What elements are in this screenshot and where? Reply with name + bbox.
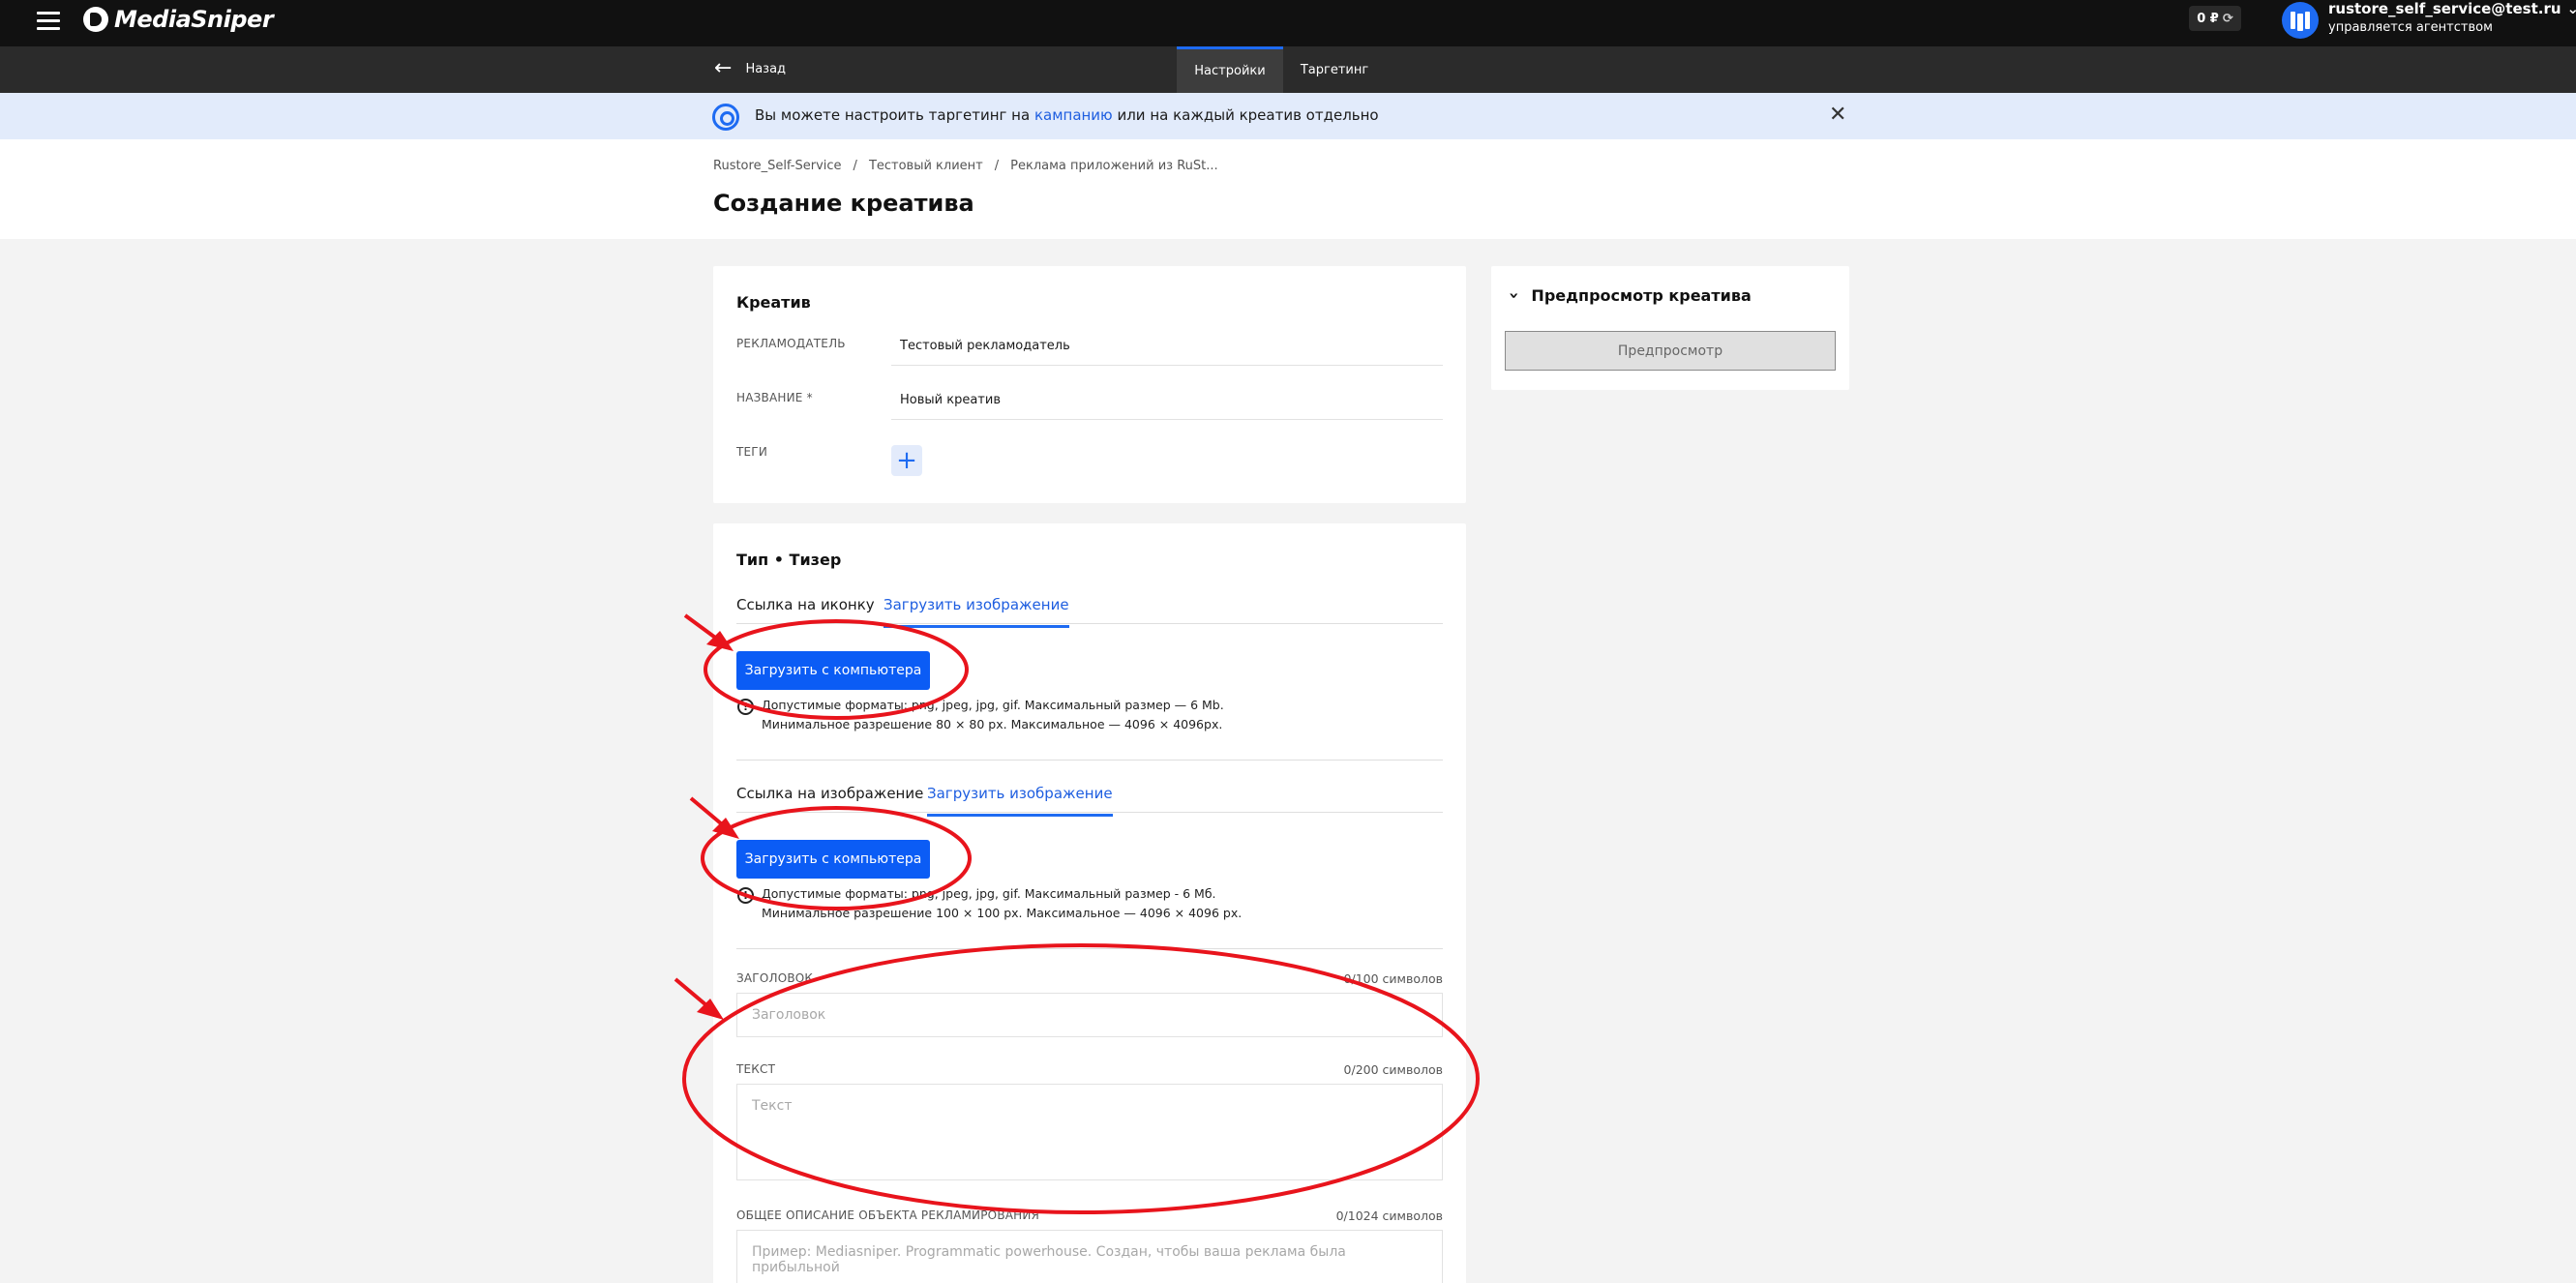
- user-menu[interactable]: rustore_self_service@test.ru ⌄ управляетс…: [2328, 0, 2576, 35]
- breadcrumb-separator: /: [994, 159, 1000, 173]
- icon-note-line: Допустимые форматы: png, jpeg, jpg, gif.…: [762, 698, 1224, 712]
- icon-format-note: Допустимые форматы: png, jpeg, jpg, gif.…: [762, 696, 1224, 734]
- tab-targeting[interactable]: Таргетинг: [1283, 46, 1386, 93]
- headline-input[interactable]: Заголовок: [736, 993, 1443, 1037]
- target-icon: [712, 104, 739, 131]
- chevron-down-icon: ›: [1504, 291, 1525, 300]
- description-label: ОБЩЕЕ ОПИСАНИЕ ОБЪЕКТА РЕКЛАМИРОВАНИЯ: [736, 1208, 1040, 1222]
- preview-title: Предпросмотр креатива: [1531, 286, 1752, 305]
- headline-counter: 0/100 символов: [1343, 971, 1443, 986]
- breadcrumb-item[interactable]: Rustore_Self-Service: [713, 159, 842, 173]
- chevron-down-icon: ⌄: [2566, 0, 2576, 17]
- user-subtitle: управляется агентством: [2328, 20, 2493, 35]
- add-tag-button[interactable]: +: [891, 445, 922, 476]
- back-label: Назад: [745, 61, 787, 76]
- page-header: Rustore_Self-Service / Тестовый клиент /…: [0, 139, 2576, 239]
- logo-text: MediaSniper: [114, 6, 274, 33]
- text-counter: 0/200 символов: [1343, 1062, 1443, 1077]
- avatar[interactable]: [2282, 2, 2319, 39]
- refresh-icon[interactable]: ⟳: [2223, 12, 2233, 26]
- name-field[interactable]: Новый креатив: [891, 381, 1443, 420]
- type-card-title: Тип • Тизер: [736, 551, 842, 569]
- breadcrumb-item[interactable]: Тестовый клиент: [869, 159, 983, 173]
- info-banner-text: Вы можете настроить таргетинг на кампани…: [755, 106, 1379, 124]
- menu-icon[interactable]: [37, 9, 60, 32]
- creative-card: Креатив РЕКЛАМОДАТЕЛЬ Тестовый рекламода…: [713, 266, 1466, 503]
- annotation-arrow: [674, 977, 714, 1012]
- description-counter: 0/1024 символов: [1335, 1208, 1443, 1223]
- upload-image-button[interactable]: Загрузить с компьютера: [736, 840, 930, 879]
- page-title: Создание креатива: [713, 190, 974, 217]
- divider: [736, 948, 1443, 949]
- tab-settings[interactable]: Настройки: [1177, 46, 1283, 93]
- name-label: НАЗВАНИЕ *: [736, 391, 813, 404]
- tab-image-link[interactable]: Ссылка на изображение: [736, 785, 923, 814]
- balance-value: 0 ₽: [2197, 11, 2219, 26]
- info-icon: !: [737, 887, 754, 904]
- type-card: Тип • Тизер Ссылка на иконку Загрузить и…: [713, 523, 1466, 1283]
- text-label: ТЕКСТ: [736, 1062, 776, 1076]
- back-button[interactable]: ← Назад: [714, 58, 786, 79]
- info-banner: Вы можете настроить таргетинг на кампани…: [0, 93, 2576, 139]
- divider: [736, 623, 1443, 624]
- info-text-after: или на каждый креатив отдельно: [1117, 106, 1379, 124]
- preview-card: › Предпросмотр креатива Предпросмотр: [1491, 266, 1849, 390]
- divider: [736, 812, 1443, 813]
- tab-icon-link[interactable]: Ссылка на иконку: [736, 596, 875, 625]
- creative-card-title: Креатив: [736, 293, 811, 312]
- plus-icon: +: [896, 446, 917, 475]
- close-icon[interactable]: ✕: [1829, 103, 1846, 127]
- arrow-left-icon: ←: [714, 56, 733, 80]
- tab-targeting-label: Таргетинг: [1300, 62, 1369, 77]
- divider: [736, 760, 1443, 761]
- tags-label: ТЕГИ: [736, 445, 768, 459]
- user-email: rustore_self_service@test.ru: [2328, 0, 2561, 17]
- image-format-note: Допустимые форматы: png, jpeg, jpg, gif.…: [762, 884, 1242, 923]
- icon-note-line: Минимальное разрешение 80 × 80 px. Макси…: [762, 717, 1223, 731]
- description-input[interactable]: Пример: Mediasniper. Programmatic powerh…: [736, 1230, 1443, 1283]
- advertiser-field[interactable]: Тестовый рекламодатель: [891, 327, 1443, 366]
- preview-button[interactable]: Предпросмотр: [1505, 331, 1836, 371]
- map-icon: [2291, 12, 2310, 31]
- logo-mark-icon: [83, 7, 108, 32]
- preview-toggle[interactable]: › Предпросмотр креатива: [1504, 285, 1752, 306]
- upload-icon-button[interactable]: Загрузить с компьютера: [736, 651, 930, 690]
- info-icon: !: [737, 699, 754, 715]
- image-note-line: Минимальное разрешение 100 × 100 px. Мак…: [762, 906, 1243, 920]
- breadcrumb: Rustore_Self-Service / Тестовый клиент /…: [713, 159, 1218, 173]
- breadcrumb-item[interactable]: Реклама приложений из RuSt...: [1010, 159, 1218, 173]
- balance-badge[interactable]: 0 ₽ ⟳: [2189, 6, 2241, 31]
- text-input[interactable]: Текст: [736, 1084, 1443, 1180]
- tab-settings-label: Настройки: [1194, 64, 1266, 78]
- top-bar: MediaSniper 0 ₽ ⟳ rustore_self_service@t…: [0, 0, 2576, 46]
- logo[interactable]: MediaSniper: [83, 4, 274, 35]
- advertiser-label: РЕКЛАМОДАТЕЛЬ: [736, 337, 846, 350]
- headline-label: ЗАГОЛОВОК: [736, 971, 814, 985]
- sub-navigation: ← Назад Настройки Таргетинг: [0, 46, 2576, 93]
- image-note-line: Допустимые форматы: png, jpeg, jpg, gif.…: [762, 886, 1216, 901]
- breadcrumb-separator: /: [853, 159, 857, 173]
- campaign-link[interactable]: кампанию: [1034, 106, 1113, 124]
- info-text-before: Вы можете настроить таргетинг на: [755, 106, 1031, 124]
